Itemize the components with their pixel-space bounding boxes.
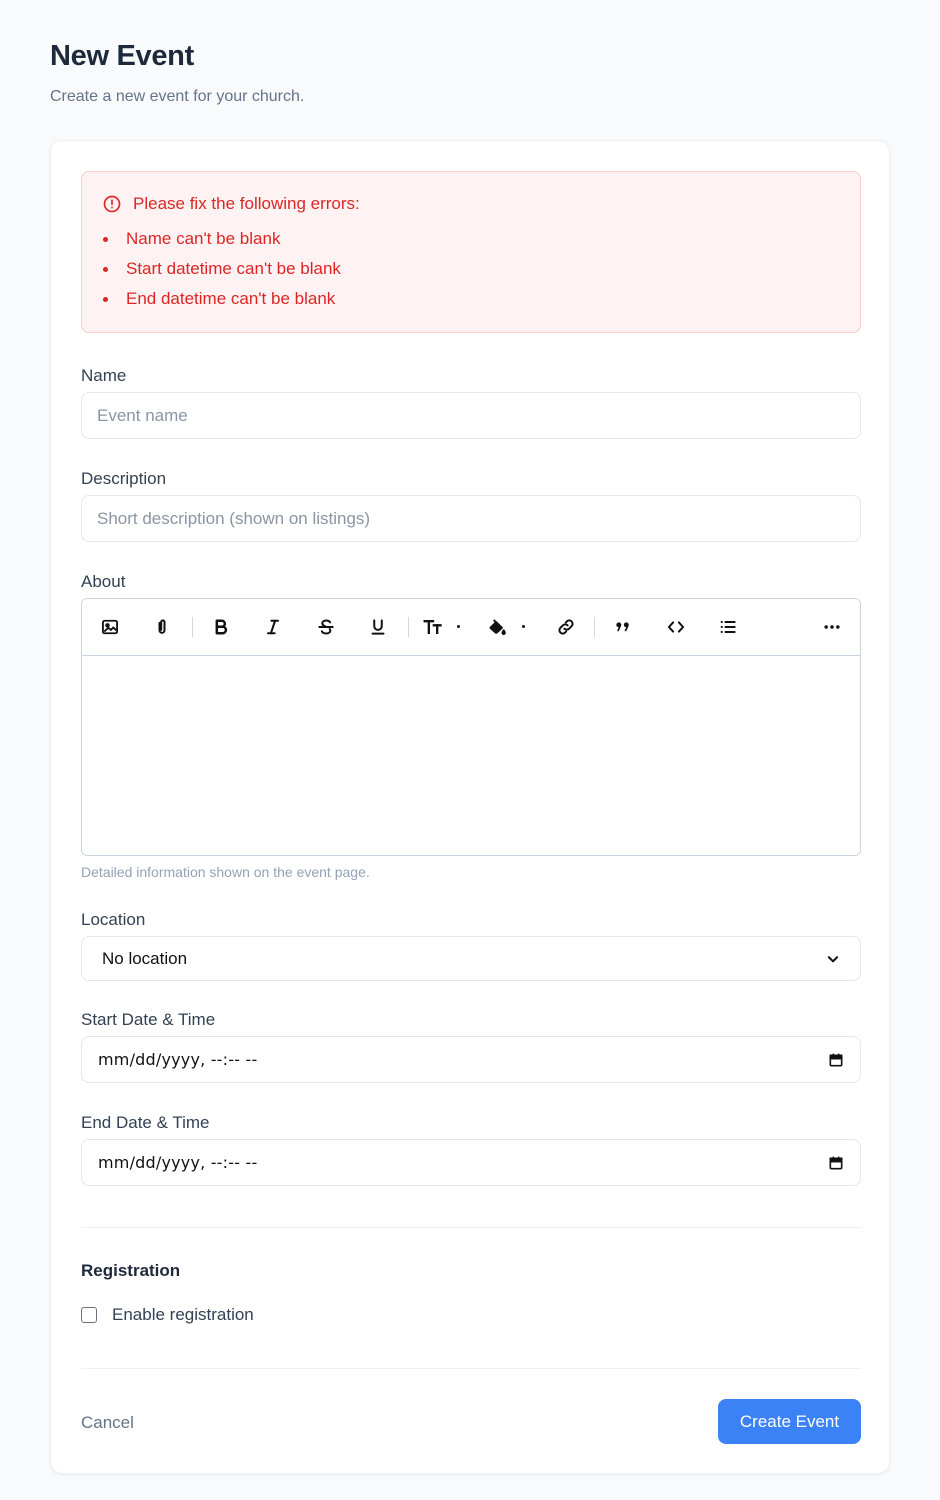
error-list: Name can't be blank Start datetime can't… bbox=[102, 228, 341, 318]
cancel-link[interactable]: Cancel bbox=[81, 1413, 134, 1433]
enable-registration-label[interactable]: Enable registration bbox=[112, 1305, 254, 1325]
rich-text-editor bbox=[81, 598, 861, 856]
name-label: Name bbox=[81, 366, 127, 385]
more-icon[interactable] bbox=[818, 613, 846, 641]
section-divider bbox=[81, 1227, 861, 1228]
section-divider bbox=[81, 1368, 861, 1369]
toolbar-separator bbox=[408, 617, 409, 637]
location-label: Location bbox=[81, 910, 146, 929]
error-item: Name can't be blank bbox=[102, 228, 341, 258]
code-icon[interactable] bbox=[662, 613, 690, 641]
link-icon[interactable] bbox=[552, 613, 580, 641]
location-select[interactable]: No location bbox=[81, 936, 861, 981]
page-title: New Event bbox=[50, 40, 194, 72]
attachment-icon[interactable] bbox=[148, 613, 176, 641]
editor-content-area[interactable] bbox=[82, 656, 860, 855]
page-subtitle: Create a new event for your church. bbox=[50, 88, 305, 105]
location-selected-value: No location bbox=[102, 948, 188, 968]
text-color-icon[interactable] bbox=[483, 613, 511, 641]
bullet-list-icon[interactable] bbox=[714, 613, 742, 641]
alert-circle-icon bbox=[103, 195, 121, 213]
description-input[interactable] bbox=[81, 495, 861, 542]
location-field-group: Location No location bbox=[81, 910, 861, 981]
editor-toolbar bbox=[82, 599, 860, 656]
error-summary: Please fix the following errors: Name ca… bbox=[81, 171, 861, 333]
chevron-down-icon bbox=[827, 955, 839, 962]
text-size-icon[interactable] bbox=[419, 613, 447, 641]
text-color-dropdown-dot bbox=[522, 625, 525, 628]
quote-icon[interactable] bbox=[609, 613, 637, 641]
about-hint: Detailed information shown on the event … bbox=[81, 864, 370, 880]
start-datetime-input[interactable]: mm/dd/yyyy, --:-- -- bbox=[81, 1036, 861, 1083]
end-datetime-field-group: End Date & Time mm/dd/yyyy, --:-- -- bbox=[81, 1113, 861, 1186]
image-icon[interactable] bbox=[96, 613, 124, 641]
about-label: About bbox=[81, 572, 126, 591]
event-form-card: Please fix the following errors: Name ca… bbox=[50, 140, 890, 1474]
page-header: New Event Create a new event for your ch… bbox=[50, 40, 304, 106]
error-item: End datetime can't be blank bbox=[102, 288, 341, 318]
description-label: Description bbox=[81, 469, 167, 488]
end-datetime-value: mm/dd/yyyy, --:-- -- bbox=[98, 1153, 258, 1172]
error-heading-row: Please fix the following errors: bbox=[102, 194, 360, 214]
about-field-group: About Detailed information shown on the … bbox=[81, 572, 861, 880]
start-datetime-field-group: Start Date & Time mm/dd/yyyy, --:-- -- bbox=[81, 1010, 861, 1083]
underline-icon[interactable] bbox=[364, 613, 392, 641]
calendar-icon[interactable] bbox=[828, 1052, 844, 1068]
end-datetime-label: End Date & Time bbox=[81, 1113, 210, 1132]
start-datetime-label: Start Date & Time bbox=[81, 1010, 216, 1029]
description-field-group: Description bbox=[81, 469, 861, 542]
error-heading: Please fix the following errors: bbox=[133, 194, 360, 213]
bold-icon[interactable] bbox=[207, 613, 235, 641]
italic-icon[interactable] bbox=[259, 613, 287, 641]
registration-title: Registration bbox=[81, 1261, 181, 1280]
name-field-group: Name bbox=[81, 366, 861, 439]
enable-registration-checkbox[interactable] bbox=[81, 1307, 97, 1323]
calendar-icon[interactable] bbox=[828, 1155, 844, 1171]
toolbar-separator bbox=[192, 617, 193, 637]
end-datetime-input[interactable]: mm/dd/yyyy, --:-- -- bbox=[81, 1139, 861, 1186]
create-event-button[interactable]: Create Event bbox=[718, 1399, 861, 1444]
name-input[interactable] bbox=[81, 392, 861, 439]
enable-registration-row[interactable]: Enable registration bbox=[81, 1305, 254, 1325]
strikethrough-icon[interactable] bbox=[312, 613, 340, 641]
start-datetime-value: mm/dd/yyyy, --:-- -- bbox=[98, 1050, 258, 1069]
error-item: Start datetime can't be blank bbox=[102, 258, 341, 288]
text-size-dropdown-dot bbox=[457, 625, 460, 628]
toolbar-separator bbox=[594, 617, 595, 637]
